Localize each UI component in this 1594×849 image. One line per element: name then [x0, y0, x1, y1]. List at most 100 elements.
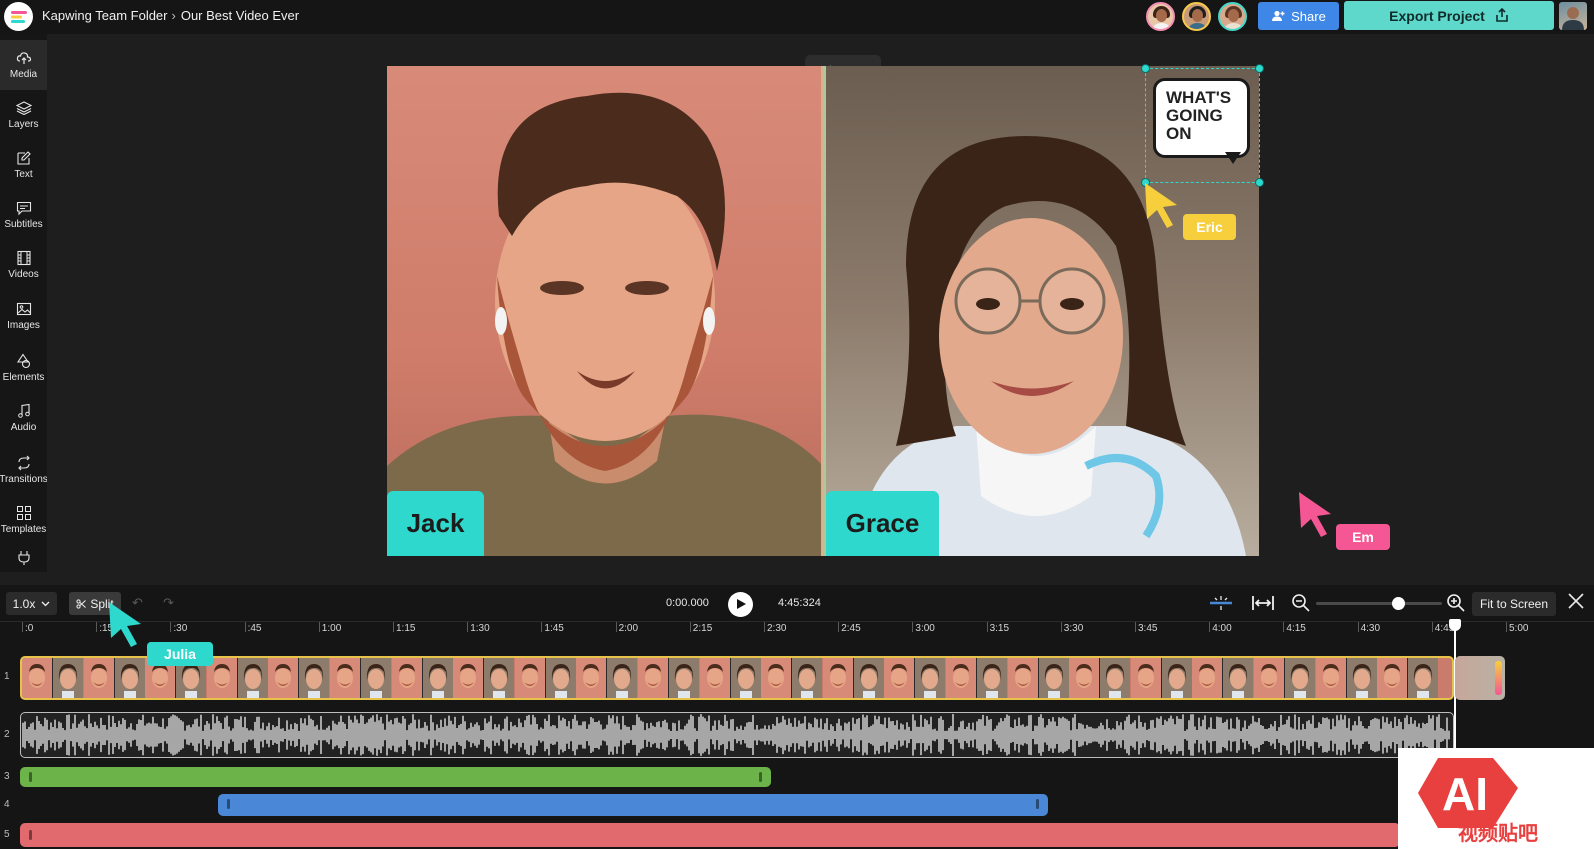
resize-handle[interactable]	[1141, 64, 1150, 73]
play-button[interactable]	[728, 592, 753, 617]
avatar[interactable]	[1182, 2, 1211, 31]
clip-track-red[interactable]	[20, 823, 1400, 847]
ruler-label: 1:15	[396, 623, 416, 634]
track-number: 3	[4, 771, 10, 782]
avatar[interactable]	[1146, 2, 1175, 31]
kapwing-logo[interactable]	[4, 2, 33, 31]
speed-value: 1.0x	[12, 596, 36, 611]
clip-trim-handle[interactable]	[29, 772, 32, 782]
snap-magnet-icon[interactable]	[1208, 594, 1234, 612]
name-tag-grace[interactable]: Grace	[826, 491, 939, 556]
sidebar-item-subtitles[interactable]: Subtitles	[0, 190, 47, 240]
clip-thumbnail	[514, 658, 576, 698]
video-preview[interactable]: Jack Grace	[387, 66, 1259, 556]
export-project-button[interactable]: Export Project	[1344, 1, 1554, 30]
sidebar-item-media[interactable]: Media	[0, 40, 47, 90]
user-profile-avatar[interactable]	[1559, 2, 1587, 30]
audio-waveform-track[interactable]	[20, 712, 1454, 758]
ruler-label: 1:30	[470, 623, 490, 634]
sidebar-item-elements[interactable]: Elements	[0, 343, 47, 393]
breadcrumb-folder[interactable]: Kapwing Team Folder	[42, 8, 168, 23]
sidebar-item-layers[interactable]: Layers	[0, 90, 47, 140]
project-title[interactable]: Our Best Video Ever	[181, 8, 299, 23]
close-icon[interactable]	[1566, 591, 1586, 611]
zoom-out-icon[interactable]	[1291, 593, 1311, 613]
resize-handle[interactable]	[1255, 64, 1264, 73]
clip-trim-handle[interactable]	[227, 799, 230, 809]
ruler-tick	[689, 622, 691, 632]
sidebar-item-videos[interactable]: Videos	[0, 240, 47, 290]
clip-thumbnail	[330, 658, 391, 698]
fit-to-screen-button[interactable]: Fit to Screen	[1472, 592, 1556, 616]
clip-thumbnail	[946, 658, 1007, 698]
clip-track-green[interactable]	[20, 767, 771, 787]
sidebar-item-plugins[interactable]	[0, 544, 47, 572]
edit-text-icon	[16, 151, 31, 165]
redo-icon[interactable]: ↷	[163, 595, 174, 611]
ruler-tick	[838, 622, 840, 632]
clip-thumbnail	[822, 658, 884, 698]
clip-thumbnail	[83, 658, 145, 698]
clip-thumbnail	[1254, 658, 1315, 698]
ruler-label: :30	[173, 623, 188, 634]
ruler-label: 4:30	[1360, 623, 1381, 634]
sidebar-item-audio[interactable]: Audio	[0, 393, 47, 443]
time-ruler[interactable]: :0:15:30:45 1:00 1:15 1:30 1:45 2:00 2:15 2:30 2…	[0, 621, 1594, 643]
film-icon	[16, 250, 31, 266]
playback-speed-select[interactable]: 1.0x	[6, 592, 57, 615]
sidebar-label: Videos	[8, 269, 39, 280]
ruler-tick	[1060, 622, 1062, 632]
sidebar-label: Text	[14, 169, 33, 180]
sticker-line: GOING	[1166, 106, 1223, 125]
breadcrumb: Kapwing Team Folder › Our Best Video Ever	[42, 8, 299, 23]
sidebar-item-images[interactable]: Images	[0, 291, 47, 341]
cursor-label-julia: Julia	[147, 642, 213, 666]
watermark-logo: AI 视频贴吧	[1398, 748, 1594, 849]
zoom-slider-knob[interactable]	[1391, 597, 1405, 610]
ruler-label: 2:00	[618, 623, 639, 634]
ruler-label: :0	[25, 623, 34, 634]
ruler-tick	[1431, 622, 1433, 632]
clip-thumbnail	[391, 658, 453, 698]
sidebar-item-text[interactable]: Text	[0, 140, 47, 190]
current-time: 0:00.000	[666, 597, 709, 609]
ruler-label: 3:30	[1063, 623, 1084, 634]
resize-handle[interactable]	[1255, 178, 1264, 187]
ruler-tick	[986, 622, 988, 632]
video-panel-jack[interactable]: Jack	[387, 66, 823, 556]
fit-timeline-icon[interactable]	[1250, 594, 1276, 612]
zoom-in-icon[interactable]	[1446, 593, 1466, 613]
avatar[interactable]	[1218, 2, 1247, 31]
ruler-label: 2:45	[841, 623, 861, 634]
clip-track-blue[interactable]	[218, 794, 1048, 816]
clip-trim-handle[interactable]	[29, 830, 32, 840]
clip-trim-handle[interactable]	[1495, 661, 1502, 695]
ruler-tick	[764, 622, 765, 632]
ruler-label: 3:45	[1138, 623, 1158, 634]
speech-bubble-sticker[interactable]: WHAT'S GOING ON	[1153, 78, 1250, 158]
ruler-tick	[244, 622, 246, 632]
sidebar-item-templates[interactable]: Templates	[0, 495, 47, 545]
music-note-icon	[17, 403, 30, 418]
ruler-label: 2:30	[767, 623, 787, 634]
track-number: 5	[4, 829, 10, 840]
clip-thumbnail	[453, 658, 515, 698]
ruler-label: 2:15	[692, 623, 713, 634]
name-tag-jack[interactable]: Jack	[387, 491, 484, 556]
video-clip-tail[interactable]	[1455, 656, 1505, 700]
clip-trim-handle[interactable]	[759, 772, 762, 782]
track-number: 2	[4, 729, 10, 740]
chevron-down-icon	[41, 601, 50, 606]
ruler-tick	[170, 622, 172, 632]
sidebar-label: Elements	[2, 372, 45, 383]
cursor-label-em: Em	[1336, 524, 1390, 550]
video-clip-track[interactable]	[20, 656, 1454, 700]
share-button[interactable]: Share	[1258, 2, 1339, 30]
ruler-tick	[615, 622, 617, 632]
ruler-tick	[1283, 622, 1285, 632]
ruler-tick	[1135, 622, 1136, 632]
audio-waveform	[22, 714, 1450, 756]
sidebar-item-transitions[interactable]: Transitions	[0, 445, 48, 495]
clip-trim-handle[interactable]	[1036, 799, 1039, 809]
zoom-slider[interactable]	[1316, 597, 1442, 610]
